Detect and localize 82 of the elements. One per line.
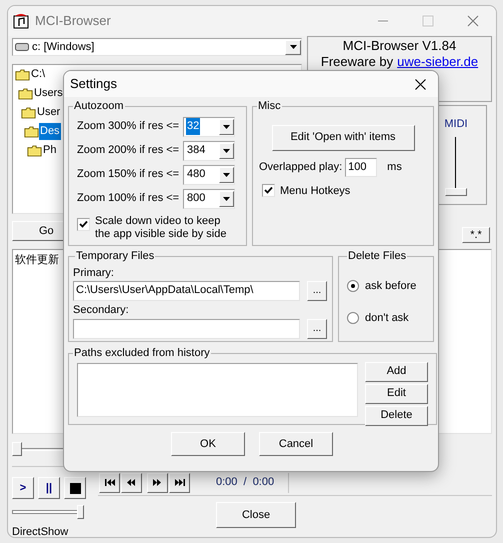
close-button[interactable]: Close (216, 502, 296, 528)
resolution-dropdown[interactable]: 800 (183, 188, 235, 208)
last-button[interactable] (169, 472, 190, 492)
group-title: Misc (257, 99, 282, 114)
folder-icon (24, 126, 39, 138)
first-icon (104, 477, 116, 488)
secondary-path-field[interactable] (73, 318, 300, 338)
dialog-title: Settings (70, 75, 118, 94)
dropdown-arrow-icon (290, 45, 296, 49)
website-link[interactable]: uwe-sieber.de (397, 54, 478, 70)
prev-button[interactable] (121, 472, 142, 492)
dropdown-arrow-icon (223, 148, 230, 152)
tree-item[interactable]: User (36, 104, 62, 121)
group-title: Delete Files (347, 249, 408, 264)
radio-label: don't ask (365, 311, 409, 326)
overlapped-play-label: Overlapped play: (259, 160, 342, 175)
tree-item[interactable]: C:\ (30, 66, 46, 83)
primary-path-field[interactable]: C:\Users\User\AppData\Local\Temp\ (73, 281, 300, 301)
version-text: MCI-Browser V1.84 (342, 38, 456, 54)
window-title: MCI-Browser (35, 12, 111, 30)
radio-label: ask before (365, 278, 416, 294)
paths-list[interactable] (77, 362, 358, 416)
drive-dropdown[interactable]: c: [Windows] (12, 38, 302, 56)
dropdown-arrow-icon (223, 196, 230, 200)
play-control-button[interactable]: > (12, 477, 34, 499)
checkbox[interactable] (262, 184, 275, 198)
resolution-dropdown[interactable]: 32 (183, 116, 235, 136)
stop-button[interactable] (64, 477, 86, 499)
dialog-button[interactable]: Cancel (259, 432, 333, 456)
stop-icon (70, 482, 80, 494)
group-title: Temporary Files (75, 249, 156, 264)
freeware-text: Freeware by (320, 54, 394, 70)
menu-hotkeys-label: Menu Hotkeys (280, 184, 350, 198)
slider-thumb[interactable] (77, 505, 84, 519)
checkbox[interactable] (77, 218, 90, 230)
radio-button[interactable] (347, 280, 359, 292)
ms-unit: ms (387, 160, 402, 175)
path-action-button[interactable]: Delete (365, 406, 428, 426)
next-button[interactable] (147, 472, 168, 492)
dropdown-arrow-icon (223, 172, 230, 176)
volume-slider[interactable] (12, 505, 84, 519)
midi-label: MIDI (444, 117, 468, 132)
radio-button[interactable] (347, 312, 359, 324)
group-title: Autozoom (73, 99, 125, 114)
play-control-button[interactable]: || (38, 477, 60, 499)
primary-label: Primary: (73, 266, 115, 280)
overlapped-play-field[interactable]: 100 (345, 158, 378, 176)
group-title: Paths excluded from history (73, 346, 211, 361)
zoom-label: Zoom 300% if res <= (77, 119, 180, 134)
next-icon (152, 477, 164, 488)
engine-label: DirectShow (12, 526, 70, 537)
time-display: 0:00 / 0:00 (216, 475, 274, 490)
path-action-button[interactable]: Edit (365, 384, 428, 404)
path-action-button[interactable]: Add (365, 362, 428, 382)
slider-thumb[interactable] (12, 442, 22, 456)
zoom-label: Zoom 200% if res <= (77, 143, 180, 158)
dialog-button[interactable]: OK (171, 432, 245, 456)
folder-icon (27, 144, 42, 156)
prev-icon (126, 477, 138, 488)
tree-item[interactable]: Des (39, 123, 61, 140)
browse-button[interactable]: ... (307, 281, 327, 301)
tree-item[interactable]: Users (33, 85, 64, 102)
secondary-label: Secondary: (73, 303, 130, 318)
tree-item[interactable]: Ph (42, 142, 58, 159)
edit-open-with-button[interactable]: Edit 'Open with' items (272, 124, 414, 150)
first-button[interactable] (99, 472, 120, 492)
zoom-label: Zoom 150% if res <= (77, 167, 180, 182)
file-filter-button[interactable]: *.* (462, 227, 490, 243)
resolution-dropdown[interactable]: 384 (183, 140, 235, 160)
close-icon[interactable] (415, 78, 426, 90)
drive-icon (15, 43, 29, 51)
slider-thumb[interactable] (445, 188, 467, 196)
resolution-dropdown[interactable]: 480 (183, 164, 235, 184)
last-icon (174, 477, 186, 488)
dropdown-arrow-icon (223, 124, 230, 128)
zoom-label: Zoom 100% if res <= (77, 191, 180, 206)
folder-icon (15, 68, 30, 80)
scale-down-label: Scale down video to keep the app visible side by side (95, 214, 227, 240)
folder-icon (18, 88, 33, 100)
app-icon (13, 13, 29, 29)
browse-button[interactable]: ... (307, 318, 327, 338)
folder-icon (21, 106, 36, 118)
